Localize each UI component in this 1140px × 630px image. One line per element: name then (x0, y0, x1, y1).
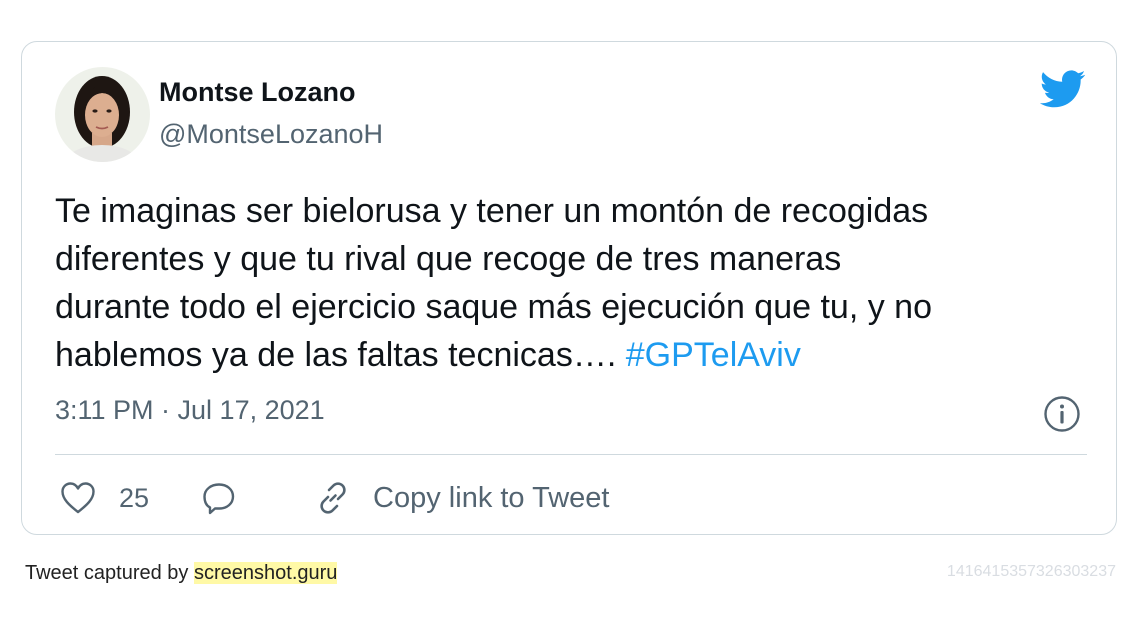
tweet-text: Te imaginas ser bielorusa y tener un mon… (55, 187, 1095, 379)
screenshot-guru-link[interactable]: screenshot.guru (193, 562, 338, 584)
info-icon[interactable] (1043, 395, 1081, 433)
tweet-text-line: Te imaginas ser bielorusa y tener un mon… (55, 192, 929, 230)
tweet-id: 1416415357326303237 (946, 563, 1116, 580)
heart-icon (61, 482, 95, 514)
tweet-text-line: diferentes y que tu rival que recoge de … (55, 240, 842, 278)
copy-link-label: Copy link to Tweet (373, 481, 610, 514)
tweet-text-line: hablemos ya de las faltas tecnicas…. #GP… (55, 331, 1095, 379)
reply-icon (203, 483, 235, 515)
divider (55, 454, 1087, 455)
tweet-text-line-end: hablemos ya de las faltas tecnicas…. (55, 336, 617, 374)
like-button[interactable]: 25 (60, 481, 149, 515)
tweet-timestamp[interactable]: 3:11 PM · Jul 17, 2021 (55, 395, 325, 426)
author-handle[interactable]: @MontseLozanoH (159, 119, 383, 150)
like-count: 25 (119, 482, 150, 513)
link-icon (320, 482, 346, 514)
copy-link-button[interactable]: Copy link to Tweet (315, 480, 609, 516)
tweet-actions: 25 Copy link to Tweet (60, 476, 609, 520)
twitter-bird-icon[interactable] (1038, 70, 1086, 110)
hashtag-link[interactable]: #GPTelAviv (626, 336, 801, 374)
tweet-text-line: durante todo el ejercicio saque más ejec… (55, 288, 932, 326)
capture-credit-text: Tweet captured by (25, 562, 194, 584)
reply-button[interactable] (201, 480, 237, 516)
capture-credit: Tweet captured by screenshot.guru (25, 562, 338, 585)
author-name[interactable]: Montse Lozano (159, 77, 356, 108)
avatar[interactable] (55, 67, 150, 162)
tweet-card: Montse Lozano @MontseLozanoH Te imaginas… (21, 41, 1117, 535)
